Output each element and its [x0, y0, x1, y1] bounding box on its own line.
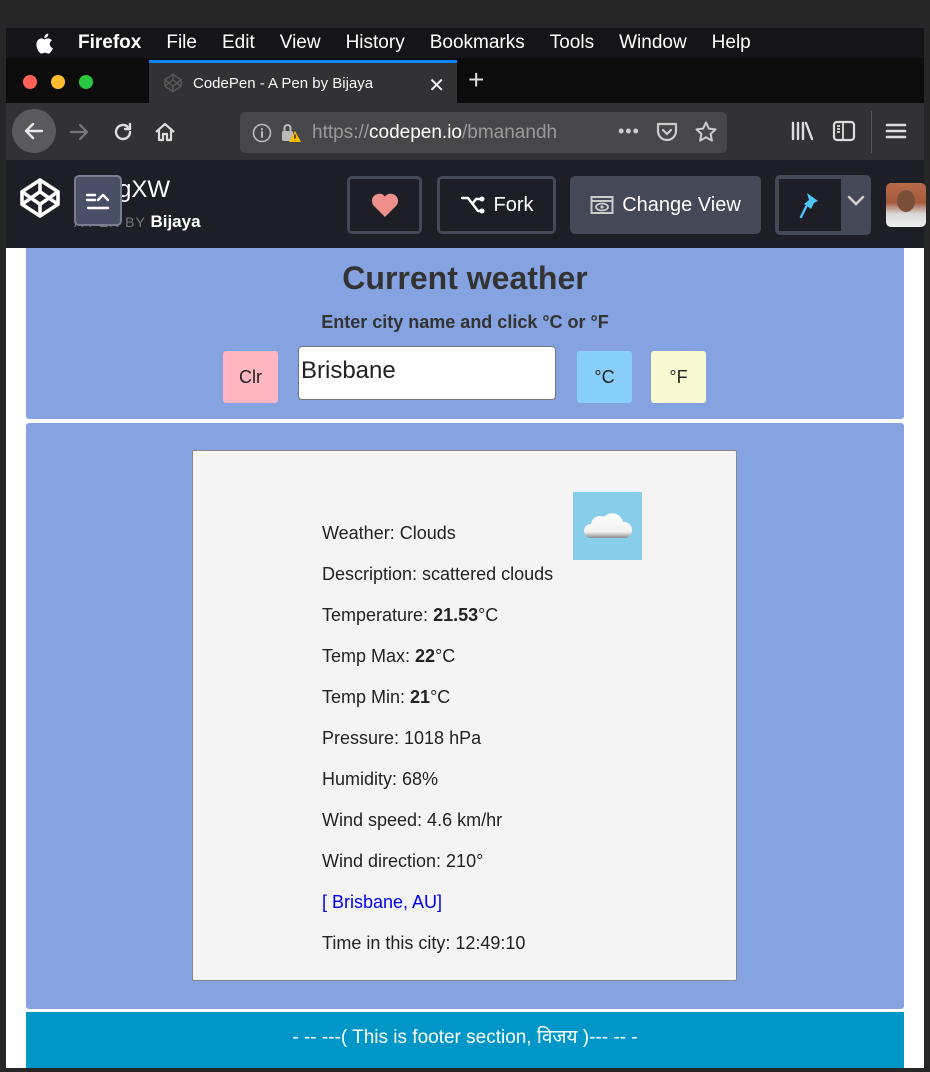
window-close-button[interactable]	[23, 75, 37, 89]
menu-tools[interactable]: Tools	[550, 32, 594, 54]
apple-logo-icon[interactable]	[32, 33, 56, 54]
weather-value: Clouds	[399, 523, 456, 543]
menu-help[interactable]: Help	[712, 32, 751, 54]
url-bar[interactable]: https://codepen.io/bmanandh •••	[240, 112, 727, 153]
wind-speed-row: Wind speed: 4.6 km/hr	[322, 810, 503, 830]
pin-button-group	[775, 175, 871, 235]
footer-section: - -- ---( This is footer section, विजय )…	[26, 1012, 904, 1068]
url-path: /bmanandh	[462, 121, 558, 143]
cloud-icon	[573, 492, 642, 560]
description-value: scattered clouds	[422, 564, 554, 584]
fork-button[interactable]: Fork	[437, 176, 556, 234]
back-button[interactable]	[12, 109, 56, 153]
library-icon[interactable]	[788, 117, 816, 145]
temperature-unit: °C	[478, 605, 499, 625]
codepen-header: gXW A PEN BY Bijaya Fork Change View	[6, 160, 926, 248]
hamburger-menu-icon[interactable]	[882, 117, 910, 145]
new-tab-icon[interactable]: +	[468, 66, 484, 94]
temp-max-label: Temp Max:	[322, 646, 416, 666]
wind-direction-row: Wind direction: 210°	[322, 851, 484, 871]
bookmark-star-icon[interactable]	[694, 120, 718, 144]
results-section: Weather: Clouds Description: scattered c…	[26, 423, 904, 1009]
pocket-icon[interactable]	[655, 121, 679, 143]
clear-button[interactable]: Clr	[223, 351, 278, 403]
tab-close-icon[interactable]: ✕	[428, 73, 445, 98]
url-text[interactable]: https://codepen.io/bmanandh	[312, 122, 557, 144]
temp-max-value: 22	[415, 646, 436, 666]
codepen-favicon-icon	[163, 73, 183, 93]
temperature-row: Temperature: 21.53°C	[322, 605, 498, 626]
menu-edit[interactable]: Edit	[222, 32, 255, 54]
navigation-toolbar: https://codepen.io/bmanandh •••	[6, 103, 924, 160]
page-actions-icon[interactable]: •••	[618, 121, 640, 142]
user-avatar[interactable]	[886, 183, 926, 227]
screen: Firefox File Edit View History Bookmarks…	[0, 0, 930, 1072]
temp-max-row: Temp Max: 22°C	[322, 646, 455, 667]
page-title: Current weather	[342, 260, 588, 296]
instruction-text: Enter city name and click °C or °F	[321, 312, 609, 332]
menu-file[interactable]: File	[166, 32, 197, 54]
local-time-row: Time in this city: 12:49:10	[322, 933, 526, 953]
fork-icon	[460, 196, 484, 214]
temp-max-unit: °C	[435, 646, 456, 666]
forward-button[interactable]	[64, 117, 94, 147]
heart-icon	[371, 193, 398, 217]
pen-preview: Current weather Enter city name and clic…	[6, 248, 924, 1068]
pressure-row: Pressure: 1018 hPa	[322, 728, 482, 748]
temp-min-unit: °C	[430, 687, 451, 707]
menu-view[interactable]: View	[280, 32, 321, 54]
love-button[interactable]	[347, 176, 422, 234]
menu-window[interactable]: Window	[619, 32, 687, 54]
description-row: Description: scattered clouds	[322, 564, 553, 585]
temp-min-row: Temp Min: 21°C	[322, 687, 450, 708]
pen-title[interactable]: gXW	[118, 176, 170, 204]
pin-button[interactable]	[779, 179, 841, 231]
fork-label: Fork	[493, 193, 534, 216]
author-name[interactable]: Bijaya	[150, 212, 200, 231]
reload-button[interactable]	[108, 117, 138, 147]
weather-card: Weather: Clouds Description: scattered c…	[192, 450, 737, 981]
chevron-down-icon[interactable]	[847, 195, 865, 207]
tab-title: CodePen - A Pen by Bijaya	[193, 74, 374, 92]
pushpin-icon	[799, 193, 818, 219]
toolbar-separator	[871, 111, 872, 153]
avatar-face	[897, 190, 915, 212]
description-label: Description:	[322, 564, 423, 584]
tab-codepen[interactable]: CodePen - A Pen by Bijaya ✕	[149, 60, 457, 103]
codepen-logo-icon[interactable]	[18, 176, 62, 225]
change-view-button[interactable]: Change View	[570, 176, 761, 234]
window-minimize-button[interactable]	[51, 75, 65, 89]
window-zoom-button[interactable]	[79, 75, 93, 89]
menu-bookmarks[interactable]: Bookmarks	[430, 32, 525, 54]
celsius-button[interactable]: °C	[577, 351, 632, 403]
info-icon[interactable]	[252, 123, 272, 143]
url-host: codepen.io	[369, 121, 462, 143]
humidity-row: Humidity: 68%	[322, 769, 439, 789]
weather-row: Weather: Clouds	[322, 523, 456, 544]
menu-firefox[interactable]: Firefox	[78, 32, 141, 54]
search-section: Current weather Enter city name and clic…	[26, 248, 904, 419]
temperature-label: Temperature:	[322, 605, 434, 625]
sidebar-icon[interactable]	[830, 117, 858, 145]
insecure-lock-icon[interactable]	[280, 122, 302, 144]
weather-label: Weather:	[322, 523, 400, 543]
menu-history[interactable]: History	[346, 32, 405, 54]
home-button[interactable]	[150, 117, 180, 147]
mac-menu-bar: Firefox File Edit View History Bookmarks…	[6, 28, 924, 58]
url-scheme: https://	[312, 121, 370, 143]
change-view-label: Change View	[622, 193, 741, 216]
city-input[interactable]	[298, 346, 556, 400]
fahrenheit-button[interactable]: °F	[651, 351, 706, 403]
pen-details-toggle-button[interactable]	[74, 175, 122, 226]
temp-min-value: 21	[410, 687, 431, 707]
eye-view-icon	[590, 196, 614, 214]
location-link[interactable]: [ Brisbane, AU]	[322, 892, 442, 913]
temp-min-label: Temp Min:	[322, 687, 411, 707]
temperature-value: 21.53	[433, 605, 479, 625]
tab-strip: CodePen - A Pen by Bijaya ✕ +	[6, 58, 924, 103]
